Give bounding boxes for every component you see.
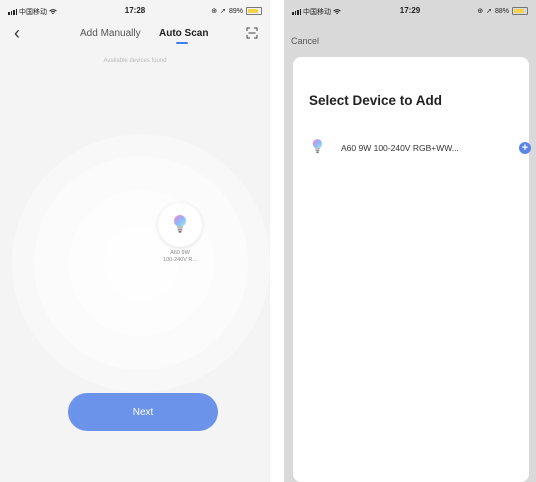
status-right: ⊕ ➚ 88% (477, 7, 528, 15)
active-tab-indicator (176, 42, 188, 44)
back-icon[interactable]: ‹ (14, 24, 20, 42)
device-sheet: Select Device to Add A60 9W 100-240V RGB… (293, 57, 531, 482)
device-name: A60 9W 100-240V RGB+WW... (341, 143, 459, 153)
battery-percent: 89% (228, 7, 243, 15)
status-right: ⊕ ➚ 89% (211, 7, 262, 15)
scan-code-icon[interactable] (246, 27, 258, 39)
bulb-icon (174, 215, 186, 233)
alarm-icon: ⊕ (211, 8, 218, 15)
nav-bar: ‹ Add Manually Auto Scan (0, 22, 270, 48)
select-device-screen: 中国移动 17:29 ⊕ ➚ 88% Cancel Select Device … (284, 0, 536, 482)
device-list-item[interactable]: A60 9W 100-240V RGB+WW... + (303, 137, 531, 161)
bulb-icon (312, 139, 323, 154)
battery-percent: 88% (494, 7, 509, 15)
tab-auto-scan[interactable]: Auto Scan (159, 28, 208, 39)
location-icon: ➚ (220, 8, 226, 15)
found-device-line2: 100-240V R... (163, 257, 197, 263)
alarm-icon: ⊕ (477, 8, 484, 15)
found-device-line1: A60 9W (170, 250, 190, 256)
location-icon: ➚ (486, 8, 492, 15)
battery-icon (512, 7, 528, 15)
sheet-title: Select Device to Add (309, 93, 443, 108)
add-device-button[interactable]: + (519, 142, 531, 154)
cancel-button[interactable]: Cancel (291, 36, 319, 46)
found-device-label: A60 9W 100-240V R... (155, 250, 205, 264)
auto-scan-screen: 中国移动 17:28 ⊕ ➚ 89% ‹ Add Manually Auto S… (0, 0, 270, 482)
tab-add-manually[interactable]: Add Manually (80, 28, 141, 39)
battery-icon (246, 7, 262, 15)
status-bar-right: 中国移动 17:29 ⊕ ➚ 88% (284, 0, 536, 22)
scan-subtitle: Available devices found (103, 58, 167, 64)
status-bar: 中国移动 17:28 ⊕ ➚ 89% (0, 0, 270, 22)
found-device-button[interactable] (158, 203, 202, 247)
next-button[interactable]: Next (68, 393, 218, 431)
